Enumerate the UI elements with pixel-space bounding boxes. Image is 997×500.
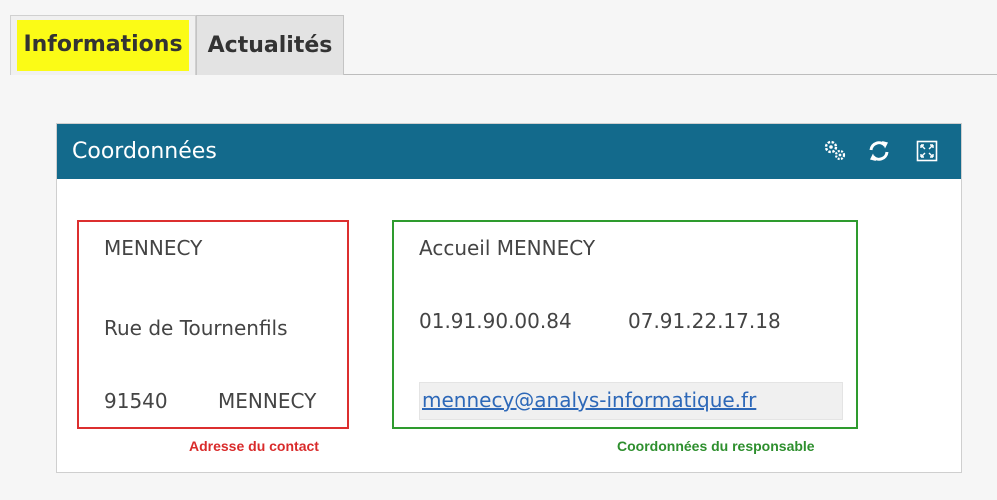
tab-informations-label: Informations: [17, 20, 189, 71]
email-link[interactable]: mennecy@analys-informatique.fr: [422, 388, 756, 412]
expand-icon[interactable]: [915, 139, 939, 163]
panel-title: Coordonnées: [72, 139, 217, 164]
address-caption: Adresse du contact: [189, 438, 319, 454]
panel-header: Coordonnées: [57, 124, 961, 179]
address-street: Rue de Tournenfils: [104, 316, 288, 340]
tab-informations[interactable]: Informations: [10, 15, 196, 75]
email-field: mennecy@analys-informatique.fr: [419, 382, 843, 420]
refresh-icon[interactable]: [867, 139, 891, 163]
contact-caption: Coordonnées du responsable: [617, 438, 815, 454]
contact-phone: 01.91.90.00.84: [419, 309, 572, 333]
tab-actualites[interactable]: Actualités: [196, 15, 344, 75]
coordonnees-panel: Coordonnées MENNECY Rue de Tournenfils 9…: [56, 123, 962, 473]
tab-bar: Informations Actualités: [10, 15, 997, 75]
contact-name: Accueil MENNECY: [419, 236, 596, 260]
contact-address-box: MENNECY Rue de Tournenfils 91540 MENNECY: [77, 220, 349, 429]
address-city: MENNECY: [218, 389, 317, 413]
address-postcode: 91540: [104, 389, 168, 413]
contact-mobile: 07.91.22.17.18: [628, 309, 781, 333]
tab-actualites-label: Actualités: [207, 33, 333, 58]
responsible-contact-box: Accueil MENNECY 01.91.90.00.84 07.91.22.…: [392, 220, 858, 429]
settings-gears-icon[interactable]: [823, 139, 847, 163]
address-name: MENNECY: [104, 236, 203, 260]
